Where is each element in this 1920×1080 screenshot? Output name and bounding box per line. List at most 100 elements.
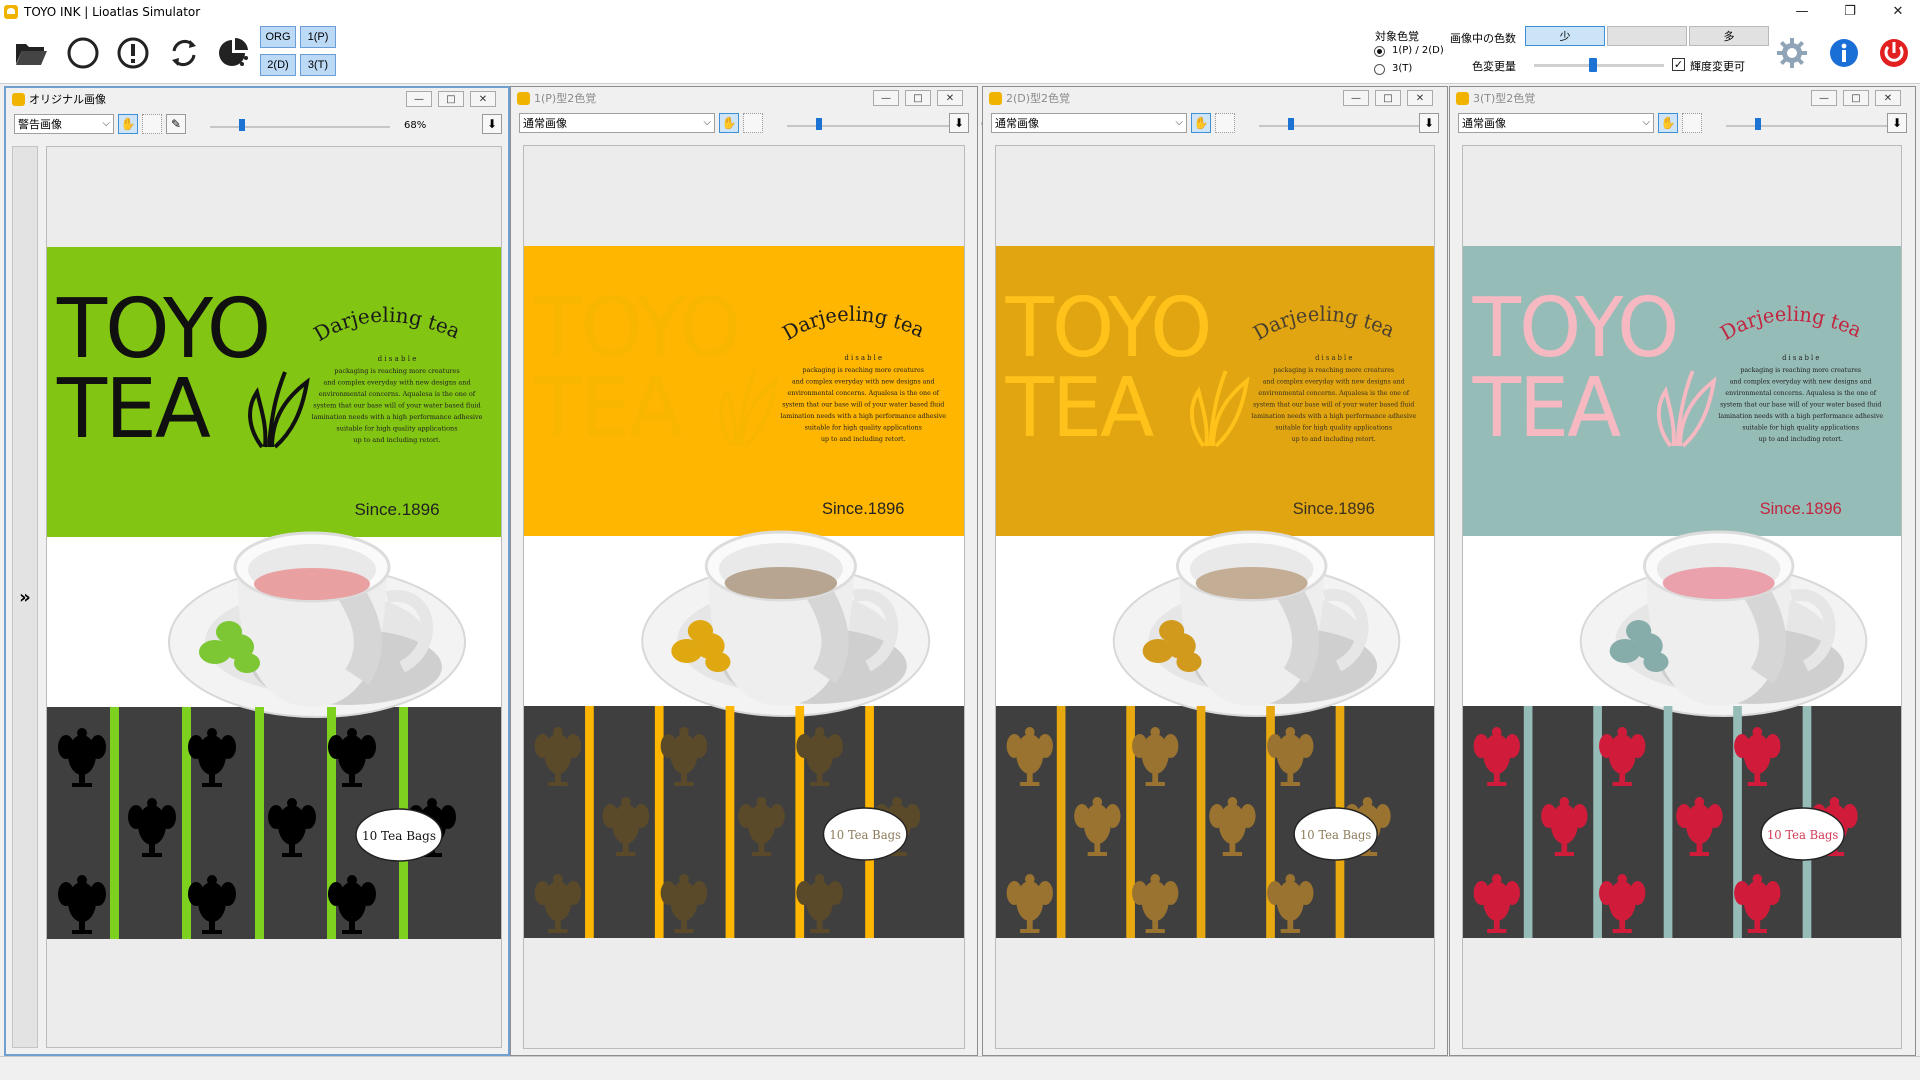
download-icon[interactable]: ⬇ bbox=[1419, 113, 1439, 133]
zoom-slider-thumb[interactable] bbox=[816, 118, 822, 130]
pattern-stripe bbox=[1056, 706, 1066, 938]
package-image: TOYOTEADarjeeling tead i s a b l epackag… bbox=[524, 146, 964, 1046]
pane-maximize-button[interactable]: □ bbox=[438, 91, 464, 107]
chevron-down-icon: ⌵ bbox=[1642, 117, 1650, 128]
body-text-line: system that our base will of your water … bbox=[1253, 400, 1414, 408]
pane-maximize-button[interactable]: □ bbox=[1375, 90, 1401, 106]
hand-tool-icon[interactable]: ✋ bbox=[118, 114, 138, 134]
pane-close-button[interactable]: ✕ bbox=[1875, 90, 1901, 106]
info-icon[interactable] bbox=[1825, 34, 1863, 72]
body-text-line: suitable for high quality applications bbox=[1742, 423, 1859, 431]
zoom-slider[interactable] bbox=[787, 125, 967, 127]
body-heading: d i s a b l e bbox=[845, 354, 882, 362]
pattern-stripe bbox=[725, 706, 735, 938]
image-viewport[interactable]: TOYO TEA Darjeeling tea d i s a b l e packag… bbox=[1462, 145, 1902, 1049]
pattern-stripe bbox=[585, 706, 594, 938]
colors-few-button[interactable]: 少 bbox=[1525, 26, 1605, 46]
colors-mid-button[interactable] bbox=[1607, 26, 1687, 46]
body-text-line: up to and including retort. bbox=[353, 436, 440, 444]
zoom-slider[interactable] bbox=[1726, 125, 1906, 127]
app-logo-icon bbox=[4, 5, 18, 19]
select-area-icon[interactable] bbox=[1682, 113, 1702, 133]
mode-3t-button[interactable]: 3(T) bbox=[300, 54, 336, 76]
pane-maximize-button[interactable]: □ bbox=[1843, 90, 1869, 106]
download-icon[interactable]: ⬇ bbox=[482, 114, 502, 134]
pane-close-button[interactable]: ✕ bbox=[937, 90, 963, 106]
hand-tool-icon[interactable]: ✋ bbox=[1658, 113, 1678, 133]
restore-window-button[interactable]: ❐ bbox=[1834, 0, 1866, 22]
chevron-down-icon: ⌵ bbox=[1175, 117, 1183, 128]
target-vision-radio-pd[interactable] bbox=[1374, 46, 1385, 57]
bag-count-label: 10 Tea Bags bbox=[829, 828, 901, 842]
pane-minimize-button[interactable]: — bbox=[406, 91, 432, 107]
zoom-slider-thumb[interactable] bbox=[239, 119, 245, 131]
pane-minimize-button[interactable]: — bbox=[873, 90, 899, 106]
pattern-stripe bbox=[1523, 706, 1533, 938]
select-area-icon[interactable] bbox=[743, 113, 763, 133]
download-icon[interactable]: ⬇ bbox=[949, 113, 969, 133]
body-text-line: system that our base will of your water … bbox=[1720, 400, 1881, 408]
pane-minimize-button[interactable]: — bbox=[1343, 90, 1369, 106]
view-mode-value: 通常画像 bbox=[523, 117, 567, 130]
pane-toolbar: 警告画像 ⌵ ✋ ✎ 68% ⬇ bbox=[6, 112, 508, 136]
colors-in-image-label: 画像中の色数 bbox=[1450, 32, 1516, 45]
pane-0: オリジナル画像 — □ ✕ 警告画像 ⌵ ✋ ✎ 68% ⬇ » TOYO TEA Darjeeling … bbox=[4, 86, 510, 1056]
zoom-slider-thumb[interactable] bbox=[1755, 118, 1761, 130]
view-mode-select[interactable]: 警告画像 ⌵ bbox=[14, 114, 114, 134]
body-text-line: packaging is reaching more creatures bbox=[1273, 366, 1394, 374]
view-mode-value: 通常画像 bbox=[995, 117, 1039, 130]
pane-logo-icon bbox=[1456, 91, 1469, 105]
pane-close-button[interactable]: ✕ bbox=[1407, 90, 1433, 106]
refresh-icon[interactable] bbox=[165, 34, 203, 72]
status-bar bbox=[0, 1056, 1920, 1080]
view-mode-select[interactable]: 通常画像 ⌵ bbox=[991, 113, 1187, 133]
zoom-slider-thumb[interactable] bbox=[1288, 118, 1294, 130]
image-viewport[interactable]: TOYO TEA Darjeeling tea d i s a b l e packag… bbox=[995, 145, 1435, 1049]
close-window-button[interactable]: ✕ bbox=[1882, 0, 1914, 22]
tea-liquid bbox=[1662, 567, 1775, 599]
warning-icon[interactable] bbox=[114, 34, 152, 72]
zoom-value: 68% bbox=[404, 120, 427, 131]
body-heading: d i s a b l e bbox=[378, 355, 417, 363]
image-viewport[interactable]: TOYO TEA Darjeeling tea d i s a b l e packag… bbox=[523, 145, 965, 1049]
pane-maximize-button[interactable]: □ bbox=[905, 90, 931, 106]
hand-tool-icon[interactable]: ✋ bbox=[1191, 113, 1211, 133]
pane-close-button[interactable]: ✕ bbox=[470, 91, 496, 107]
minimize-window-button[interactable]: — bbox=[1786, 0, 1818, 22]
power-icon[interactable] bbox=[1875, 34, 1913, 72]
target-vision-radio-t[interactable] bbox=[1374, 64, 1385, 75]
view-mode-value: 通常画像 bbox=[1462, 117, 1506, 130]
since-text: Since.1896 bbox=[822, 499, 904, 518]
body-text-line: packaging is reaching more creatures bbox=[803, 366, 924, 374]
mode-org-button[interactable]: ORG bbox=[260, 26, 296, 48]
body-heading: d i s a b l e bbox=[1782, 354, 1819, 362]
open-folder-icon[interactable] bbox=[12, 34, 50, 72]
select-area-icon[interactable] bbox=[142, 114, 162, 134]
color-change-slider[interactable] bbox=[1534, 64, 1664, 67]
download-icon[interactable]: ⬇ bbox=[1887, 113, 1907, 133]
brightness-checkbox[interactable]: ✓ bbox=[1672, 58, 1685, 71]
circle-icon[interactable] bbox=[64, 34, 102, 72]
view-mode-select[interactable]: 通常画像 ⌵ bbox=[519, 113, 715, 133]
colors-many-button[interactable]: 多 bbox=[1689, 26, 1769, 46]
view-mode-value: 警告画像 bbox=[18, 118, 62, 131]
package-image: TOYOTEADarjeeling tead i s a b l epackag… bbox=[47, 147, 501, 1047]
target-vision-option-t: 3(T) bbox=[1392, 63, 1413, 74]
body-text-line: system that our base will of your water … bbox=[782, 400, 944, 408]
eyedropper-icon[interactable]: ✎ bbox=[166, 114, 186, 134]
zoom-slider[interactable] bbox=[1259, 125, 1439, 127]
pane-minimize-button[interactable]: — bbox=[1811, 90, 1837, 106]
image-viewport[interactable]: TOYO TEA Darjeeling tea d i s a b l e packag… bbox=[46, 146, 502, 1048]
select-area-icon[interactable] bbox=[1215, 113, 1235, 133]
collapse-panel-button[interactable]: » bbox=[12, 146, 38, 1048]
pie-chart-icon[interactable] bbox=[215, 34, 253, 72]
mode-2d-button[interactable]: 2(D) bbox=[260, 54, 296, 76]
view-mode-select[interactable]: 通常画像 ⌵ bbox=[1458, 113, 1654, 133]
mode-1p-button[interactable]: 1(P) bbox=[300, 26, 336, 48]
color-change-slider-thumb[interactable] bbox=[1589, 58, 1597, 72]
hand-tool-icon[interactable]: ✋ bbox=[719, 113, 739, 133]
chevron-down-icon: ⌵ bbox=[703, 117, 711, 128]
pattern-stripe bbox=[1196, 706, 1206, 938]
settings-gear-icon[interactable] bbox=[1773, 34, 1811, 72]
zoom-slider[interactable] bbox=[210, 126, 390, 128]
